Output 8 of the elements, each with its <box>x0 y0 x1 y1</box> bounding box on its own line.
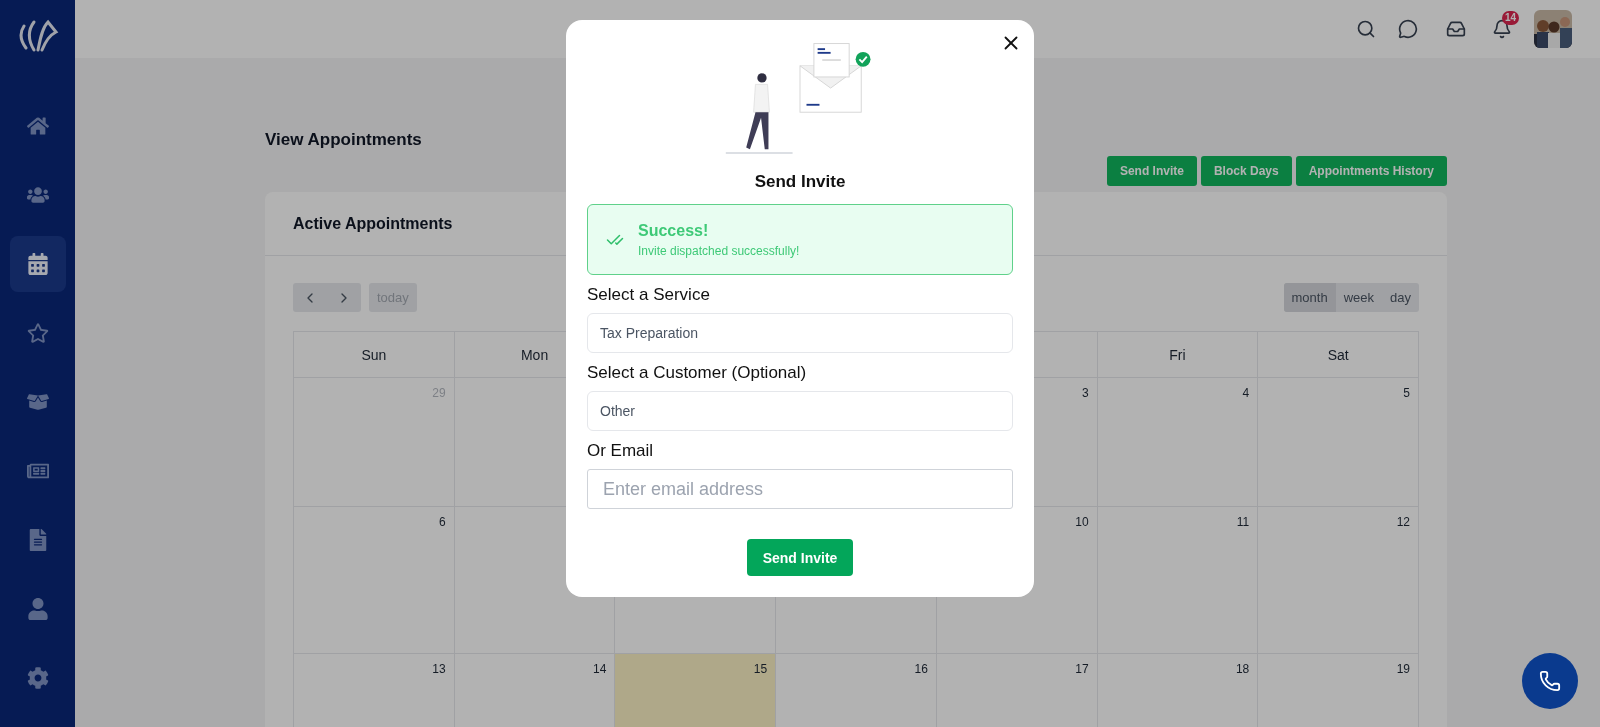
dialog-title: Send Invite <box>753 172 847 192</box>
field-label: Select a Service <box>587 285 711 305</box>
page-title: View Appointments <box>265 130 423 150</box>
notification-count: 14 <box>1501 11 1519 25</box>
alert-title: Success! <box>638 221 710 240</box>
card-title: Active Appointments <box>293 214 453 233</box>
alert-message: Invite dispatched successfully! <box>638 243 800 258</box>
field-label: Or Email <box>587 441 655 461</box>
